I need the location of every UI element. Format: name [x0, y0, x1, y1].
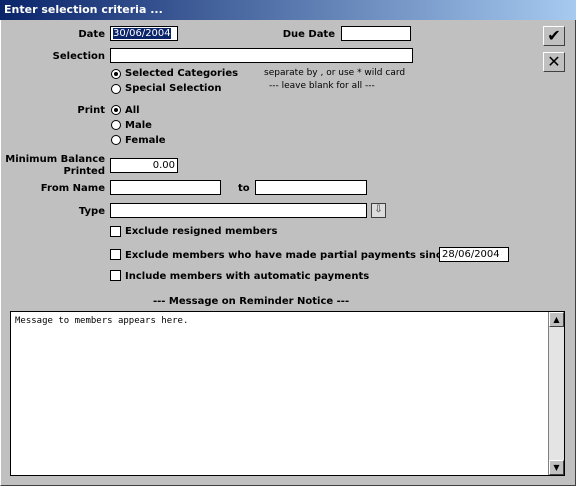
date-label: Date — [78, 29, 105, 40]
min-balance-label: Minimum Balance — [5, 154, 105, 165]
radio-print-female[interactable] — [111, 135, 121, 145]
print-female-label: Female — [125, 135, 166, 146]
selected-categories-label: Selected Categories — [125, 68, 239, 79]
radio-print-male[interactable] — [111, 120, 121, 130]
type-label: Type — [78, 206, 105, 217]
exclude-partial-label: Exclude members who have made partial pa… — [125, 250, 449, 261]
to-name-field[interactable] — [255, 180, 367, 195]
include-automatic-label: Include members with automatic payments — [125, 271, 370, 282]
due-date-label: Due Date — [282, 29, 335, 40]
message-heading: --- Message on Reminder Notice --- — [153, 296, 350, 307]
partial-since-date-field[interactable]: 28/06/2004 — [439, 247, 509, 262]
min-balance-label-printed: Printed — [63, 166, 105, 177]
print-all-label: All — [125, 105, 140, 116]
print-male-label: Male — [125, 120, 152, 131]
scroll-down-button[interactable]: ▼ — [549, 460, 564, 475]
arrow-down-icon: ⇩ — [374, 204, 383, 215]
include-automatic-checkbox[interactable] — [110, 270, 121, 281]
radio-print-all[interactable] — [111, 105, 121, 115]
exclude-resigned-label: Exclude resigned members — [125, 226, 278, 237]
radio-selected-categories[interactable] — [111, 69, 121, 79]
close-icon: ✕ — [547, 52, 561, 71]
from-name-label: From Name — [40, 183, 105, 194]
title-bar: Enter selection criteria ... — [0, 0, 576, 20]
cancel-button[interactable]: ✕ — [543, 52, 565, 72]
selection-note-blank: --- leave blank for all --- — [269, 81, 375, 91]
selection-note-wildcard: separate by , or use * wild card — [264, 68, 406, 78]
to-label: to — [238, 183, 250, 194]
selection-label: Selection — [52, 51, 105, 62]
window-title: Enter selection criteria ... — [4, 3, 163, 16]
type-dropdown-button[interactable]: ⇩ — [371, 203, 386, 218]
checkmark-icon: ✔ — [547, 26, 561, 45]
special-selection-label: Special Selection — [125, 83, 222, 94]
from-name-field[interactable] — [110, 180, 221, 195]
selection-field[interactable] — [110, 48, 413, 63]
type-field[interactable] — [110, 203, 367, 218]
message-scrollbar[interactable]: ▲ ▼ — [548, 312, 564, 475]
date-value: 30/06/2004 — [113, 28, 171, 39]
radio-special-selection[interactable] — [111, 84, 121, 94]
date-field[interactable]: 30/06/2004 — [110, 26, 178, 41]
triangle-down-icon: ▼ — [553, 463, 560, 472]
scroll-up-button[interactable]: ▲ — [549, 312, 564, 327]
message-textarea[interactable]: Message to members appears here. ▲ ▼ — [10, 311, 565, 476]
triangle-up-icon: ▲ — [553, 315, 560, 324]
exclude-partial-checkbox[interactable] — [110, 249, 121, 260]
print-label: Print — [77, 105, 105, 116]
message-text: Message to members appears here. — [15, 316, 189, 326]
ok-button[interactable]: ✔ — [543, 26, 565, 46]
min-balance-field[interactable]: 0.00 — [110, 158, 178, 173]
due-date-field[interactable] — [341, 26, 411, 41]
exclude-resigned-checkbox[interactable] — [110, 226, 121, 237]
